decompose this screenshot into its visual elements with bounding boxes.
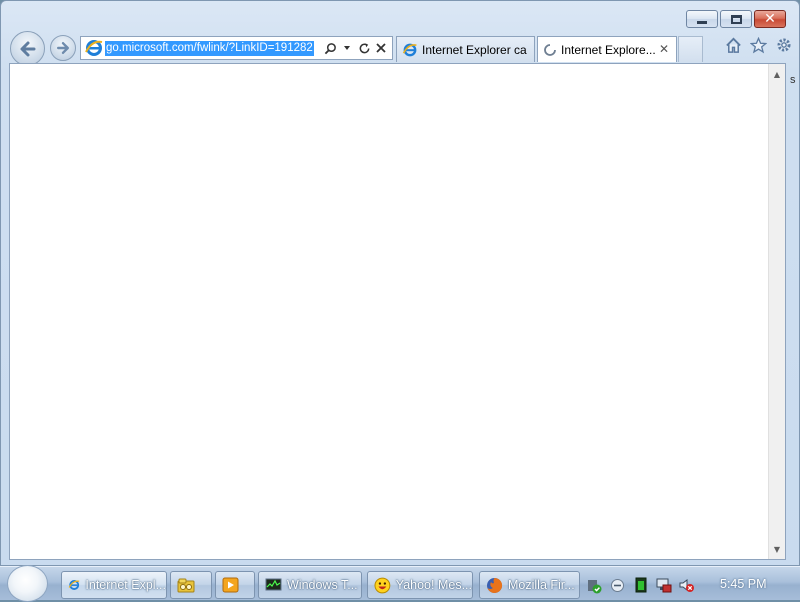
- refresh-icon[interactable]: [357, 40, 371, 56]
- address-tools: [323, 40, 392, 56]
- close-button[interactable]: ✕: [754, 10, 786, 28]
- forward-arrow-icon: [57, 42, 69, 54]
- firefox-icon: [487, 577, 503, 593]
- stop-icon[interactable]: [374, 40, 388, 56]
- dropdown-icon[interactable]: [340, 40, 354, 56]
- maximize-button[interactable]: [720, 10, 752, 28]
- network-icon[interactable]: [609, 577, 626, 594]
- taskbar-item-media-player[interactable]: [215, 571, 255, 599]
- taskbar-item-label: Yahoo! Mes...: [395, 578, 472, 592]
- vertical-scrollbar[interactable]: ▲ ▼: [768, 64, 785, 559]
- scroll-down-arrow-icon[interactable]: ▼: [769, 541, 785, 557]
- home-icon[interactable]: [724, 34, 743, 56]
- search-icon[interactable]: [323, 40, 337, 56]
- back-arrow-icon: [20, 41, 35, 56]
- start-button[interactable]: [7, 565, 48, 602]
- taskbar-item-yahoo-messenger[interactable]: Yahoo! Mes...: [367, 571, 473, 599]
- taskbar-item-internet-explorer[interactable]: Internet Expl...: [61, 571, 167, 599]
- address-url[interactable]: go.microsoft.com/fwlink/?LinkID=191282: [105, 40, 314, 56]
- new-tab-button[interactable]: [678, 36, 703, 62]
- media-player-icon: [222, 577, 239, 593]
- tab-label: Internet Explore...: [561, 42, 656, 57]
- taskbar-item-mozilla-firefox[interactable]: Mozilla Fir...: [479, 571, 580, 599]
- tab-close-icon[interactable]: ✕: [659, 42, 669, 56]
- taskbar: Internet Expl... Windows T... Yahoo! Mes: [0, 565, 800, 602]
- tools-gear-icon[interactable]: [774, 34, 793, 56]
- page-content[interactable]: ▲ ▼: [9, 63, 786, 560]
- ie-icon: [68, 580, 80, 590]
- task-manager-icon: [265, 578, 282, 591]
- address-bar[interactable]: go.microsoft.com/fwlink/?LinkID=191282: [80, 36, 393, 60]
- minimize-button[interactable]: [686, 10, 718, 28]
- display-icon[interactable]: [655, 577, 672, 594]
- minimize-icon: [697, 20, 707, 24]
- taskbar-item-label: Internet Expl...: [85, 578, 166, 592]
- forward-button[interactable]: [50, 35, 76, 61]
- clock[interactable]: 5:45 PM: [720, 577, 767, 591]
- ie-icon: [402, 43, 417, 56]
- volume-muted-icon[interactable]: [678, 577, 695, 594]
- ie-icon: [85, 40, 103, 56]
- system-tray: [586, 571, 695, 599]
- taskbar-item-windows-explorer[interactable]: [170, 571, 212, 599]
- taskbar-item-windows-task-manager[interactable]: Windows T...: [258, 571, 362, 599]
- command-icons: [724, 34, 793, 56]
- navigation-bar: go.microsoft.com/fwlink/?LinkID=191282 I…: [1, 31, 800, 66]
- scroll-up-arrow-icon[interactable]: ▲: [769, 66, 785, 82]
- taskbar-item-label: Mozilla Fir...: [508, 578, 575, 592]
- back-button[interactable]: [10, 31, 45, 66]
- background-window-text: s: [790, 74, 796, 86]
- tab-internet-explorer-cannot[interactable]: Internet Explorer ca: [396, 36, 535, 62]
- taskbar-item-label: Windows T...: [287, 578, 358, 592]
- security-check-icon[interactable]: [586, 577, 603, 594]
- favorites-star-icon[interactable]: [749, 34, 768, 56]
- yahoo-messenger-icon: [374, 577, 391, 593]
- internet-explorer-window: ✕ go.microsoft.com/fwlink/?LinkID=191282: [0, 0, 800, 566]
- windows-explorer-icon: [177, 578, 195, 593]
- tab-label: Internet Explorer ca: [422, 42, 527, 57]
- loading-icon: [544, 43, 556, 56]
- close-icon: ✕: [764, 11, 776, 27]
- caption-buttons: ✕: [686, 10, 786, 28]
- maximize-icon: [730, 14, 742, 24]
- tab-internet-explorer-active[interactable]: Internet Explore... ✕: [537, 36, 677, 62]
- battery-icon[interactable]: [632, 577, 649, 594]
